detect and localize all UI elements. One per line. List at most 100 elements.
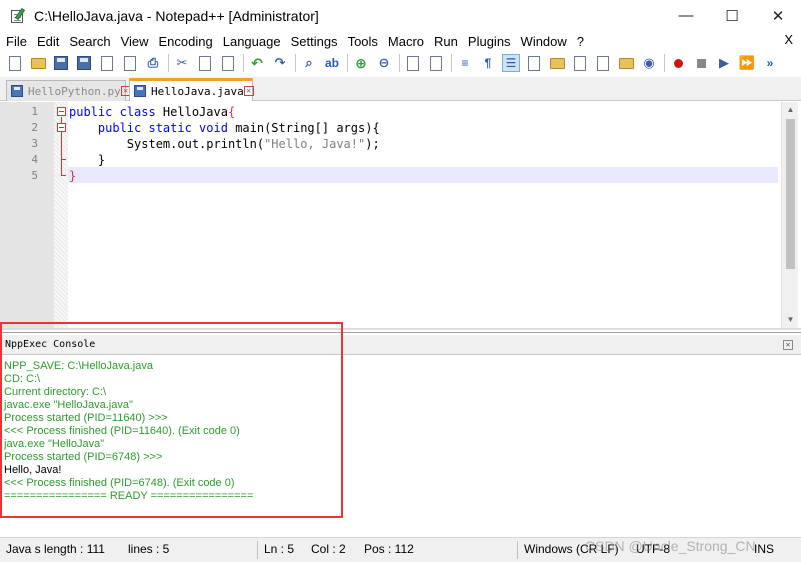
zoom-in-icon[interactable]: ⊕ — [352, 54, 370, 72]
toolbar: ⎙ ✂ ↶ ↷ ⌕ ab ⊕ ⊖ ≡ ¶ ☰ ◉ ▶ ⏩ » — [0, 51, 801, 75]
minimize-button[interactable]: — — [663, 0, 709, 31]
sync-horizontal-icon[interactable] — [427, 54, 445, 72]
close-file-icon[interactable] — [98, 54, 116, 72]
toolbar-separator — [451, 54, 452, 72]
toolbar-separator — [664, 54, 665, 72]
menu-macro[interactable]: Macro — [383, 34, 429, 49]
menu-file[interactable]: File — [0, 34, 32, 49]
toolbar-separator — [168, 54, 169, 72]
status-column: Col : 2 — [311, 542, 346, 556]
menu-edit[interactable]: Edit — [32, 34, 64, 49]
monitoring-eye-icon[interactable]: ◉ — [640, 54, 658, 72]
user-language-icon[interactable] — [525, 54, 543, 72]
line-number: 2 — [31, 121, 38, 134]
title-bar: C:\HelloJava.java - Notepad++ [Administr… — [0, 0, 801, 31]
folder-as-workspace-icon[interactable] — [617, 54, 635, 72]
scroll-down-icon[interactable]: ▼ — [782, 312, 799, 328]
new-file-icon[interactable] — [6, 54, 24, 72]
line-number: 4 — [31, 153, 38, 166]
toolbar-separator — [243, 54, 244, 72]
code-line-5: } — [69, 169, 77, 183]
window-title: C:\HelloJava.java - Notepad++ [Administr… — [34, 7, 319, 24]
line-number: 5 — [31, 169, 38, 182]
zoom-out-icon[interactable]: ⊖ — [375, 54, 393, 72]
open-file-icon[interactable] — [29, 54, 47, 72]
status-lines: lines : 5 — [128, 542, 170, 556]
saved-file-icon — [11, 85, 23, 97]
save-all-icon[interactable] — [75, 54, 93, 72]
undo-icon[interactable]: ↶ — [248, 54, 266, 72]
indent-guide-icon[interactable]: ☰ — [502, 54, 520, 72]
stop-macro-icon[interactable] — [692, 54, 710, 72]
status-length: length : 111 — [44, 542, 105, 556]
current-line-highlight — [68, 167, 778, 183]
menu-language[interactable]: Language — [218, 34, 286, 49]
menu-encoding[interactable]: Encoding — [154, 34, 218, 49]
tab-hellopython[interactable]: HelloPython.py ✕ — [6, 80, 131, 101]
status-line-number: Ln : 5 — [264, 542, 295, 556]
redo-icon[interactable]: ↷ — [271, 54, 289, 72]
tab-label: HelloPython.py — [28, 84, 121, 98]
line-number: 1 — [31, 105, 38, 118]
menu-tools[interactable]: Tools — [343, 34, 383, 49]
status-filetype: Java s — [6, 542, 41, 556]
paste-icon[interactable] — [219, 54, 237, 72]
scroll-up-icon[interactable]: ▲ — [782, 102, 799, 118]
watermark-text: CSDN @Uncle_Strong_CN — [585, 538, 756, 554]
run-macro-multiple-icon[interactable]: ⏩ — [738, 54, 756, 72]
tab-label: HelloJava.java — [151, 84, 244, 98]
status-bar: Java s length : 111 lines : 5 Ln : 5 Col… — [0, 537, 801, 562]
sync-vertical-icon[interactable] — [404, 54, 422, 72]
toolbar-separator — [399, 54, 400, 72]
code-line-3: System.out.println("Hello, Java!"); — [126, 137, 380, 151]
maximize-button[interactable]: ☐ — [709, 0, 755, 31]
find-icon[interactable]: ⌕ — [300, 54, 318, 72]
menu-run[interactable]: Run — [429, 34, 463, 49]
status-insert-mode: INS — [754, 542, 775, 556]
notepadpp-app-icon — [10, 7, 26, 24]
code-editor[interactable]: 1 2 3 4 5 public class HelloJava{ public… — [0, 102, 801, 330]
vertical-scrollbar[interactable]: ▲ ▼ — [781, 102, 798, 328]
line-number: 3 — [31, 137, 38, 150]
menu-settings[interactable]: Settings — [286, 34, 343, 49]
fold-toggle-icon[interactable] — [57, 123, 66, 132]
status-divider — [517, 541, 518, 559]
menu-window[interactable]: Window — [516, 34, 572, 49]
code-line-4: } — [69, 153, 106, 167]
menu-plugins[interactable]: Plugins — [463, 34, 516, 49]
tab-close-icon[interactable]: ✕ — [243, 86, 254, 96]
document-list-icon[interactable] — [571, 54, 589, 72]
code-line-2: public static void main(String[] args){ — [97, 121, 380, 135]
save-macro-icon[interactable]: » — [761, 54, 779, 72]
status-divider — [257, 541, 258, 559]
close-all-icon[interactable] — [121, 54, 139, 72]
play-macro-icon[interactable]: ▶ — [715, 54, 733, 72]
copy-icon[interactable] — [196, 54, 214, 72]
close-button[interactable]: ✕ — [755, 0, 801, 31]
cut-icon[interactable]: ✂ — [173, 54, 191, 72]
show-all-characters-icon[interactable]: ¶ — [479, 54, 497, 72]
function-list-icon[interactable] — [594, 54, 612, 72]
console-close-icon[interactable]: ✕ — [783, 340, 793, 350]
fold-end-marker — [61, 159, 66, 160]
word-wrap-icon[interactable]: ≡ — [456, 54, 474, 72]
tab-bar: HelloPython.py ✕ HelloJava.java ✕ — [0, 77, 801, 101]
scrollbar-thumb[interactable] — [786, 119, 795, 269]
saved-file-icon — [134, 85, 146, 97]
status-position: Pos : 112 — [364, 542, 414, 556]
line-number-gutter: 1 2 3 4 5 — [0, 102, 54, 328]
record-macro-icon[interactable] — [669, 54, 687, 72]
menu-bar: File Edit Search View Encoding Language … — [0, 31, 801, 51]
menu-view[interactable]: View — [116, 34, 154, 49]
menu-help[interactable]: ? — [572, 34, 589, 49]
fold-toggle-icon[interactable] — [57, 107, 66, 116]
menu-search[interactable]: Search — [64, 34, 115, 49]
tab-hellojava[interactable]: HelloJava.java ✕ — [129, 78, 254, 101]
print-icon[interactable]: ⎙ — [144, 54, 162, 72]
save-icon[interactable] — [52, 54, 70, 72]
red-annotation-box — [0, 322, 343, 518]
code-line-1: public class HelloJava{ — [69, 105, 236, 119]
replace-icon[interactable]: ab — [323, 54, 341, 72]
close-document-button[interactable]: X — [784, 32, 793, 47]
document-map-icon[interactable] — [548, 54, 566, 72]
